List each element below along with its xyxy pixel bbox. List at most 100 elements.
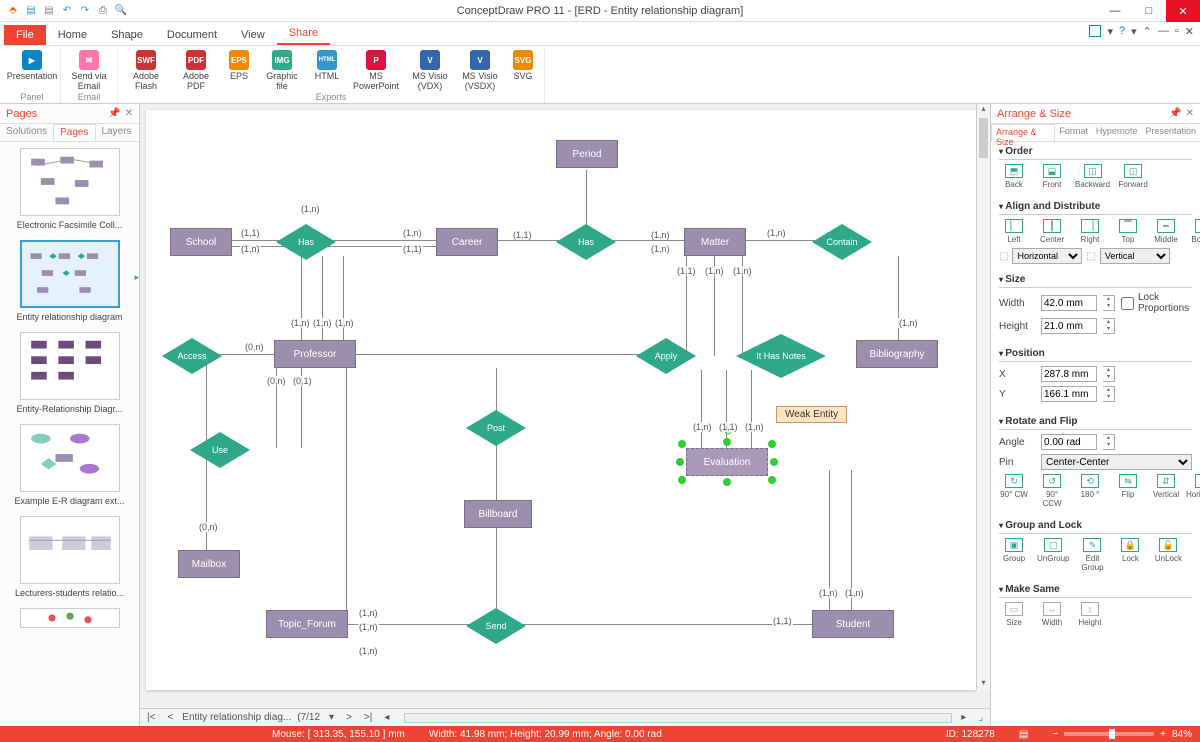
- rotate-180-button[interactable]: ⟲180 °: [1075, 474, 1105, 508]
- align-right-button[interactable]: ▕Right: [1075, 219, 1105, 244]
- edit-group-button[interactable]: ✎Edit Group: [1077, 538, 1107, 572]
- subtab-presentation[interactable]: Presentation: [1141, 124, 1200, 141]
- entity-student[interactable]: Student: [812, 610, 894, 638]
- scroll-thumb[interactable]: [979, 118, 988, 158]
- rotate-cw-button[interactable]: ↻90° CW: [999, 474, 1029, 508]
- entity-professor[interactable]: Professor: [274, 340, 356, 368]
- x-spinner[interactable]: ▴▾: [1103, 366, 1115, 382]
- page-thumb[interactable]: Example E-R diagram ext...: [6, 424, 133, 506]
- sheet-nav-next[interactable]: >: [343, 712, 355, 723]
- same-width-button[interactable]: ↔Width: [1037, 602, 1067, 627]
- same-height-button[interactable]: ↕Height: [1075, 602, 1105, 627]
- flip-button[interactable]: ⇋Flip: [1113, 474, 1143, 508]
- angle-spinner[interactable]: ▴▾: [1103, 434, 1115, 450]
- section-header[interactable]: Size: [999, 274, 1192, 288]
- vertical-scrollbar[interactable]: ▴ ▾: [976, 104, 990, 690]
- flip-vert-button[interactable]: ⇵Vertical: [1151, 474, 1181, 508]
- width-input[interactable]: [1041, 295, 1097, 311]
- unlock-button[interactable]: 🔓UnLock: [1153, 538, 1183, 572]
- selection-handles[interactable]: ↻: [682, 444, 772, 480]
- thumb-menu-icon[interactable]: ▸: [134, 272, 139, 283]
- lock-proportions-checkbox[interactable]: Lock Proportions: [1121, 292, 1157, 314]
- order-front-button[interactable]: ⬓Front: [1037, 164, 1067, 189]
- pages-list[interactable]: Electronic Facsimile Coll... Entity rela…: [0, 142, 139, 726]
- help-icon[interactable]: ?: [1119, 25, 1125, 38]
- export-flash-button[interactable]: SWFAdobe Flash: [122, 48, 170, 92]
- rel-use[interactable]: Use: [190, 432, 250, 468]
- order-forward-button[interactable]: ◫Forward: [1118, 164, 1148, 189]
- tab-home[interactable]: Home: [46, 25, 99, 45]
- mdi-close-icon[interactable]: ✕: [1185, 25, 1194, 38]
- dropdown-icon[interactable]: ▾: [1107, 25, 1113, 38]
- subtab-format[interactable]: Format: [1055, 124, 1092, 141]
- order-back-button[interactable]: ⬒Back: [999, 164, 1029, 189]
- export-svg-button[interactable]: SVGSVG: [506, 48, 540, 92]
- export-eps-button[interactable]: EPSEPS: [222, 48, 256, 92]
- ungroup-button[interactable]: ▢UnGroup: [1037, 538, 1069, 572]
- rel-has2[interactable]: Has: [556, 224, 616, 260]
- section-header[interactable]: Align and Distribute: [999, 201, 1192, 215]
- pin-select[interactable]: Center-Center: [1041, 454, 1192, 470]
- canvas[interactable]: Period School Career Matter Professor Bi…: [146, 110, 976, 690]
- close-panel-icon[interactable]: ✕: [125, 108, 133, 119]
- rel-apply[interactable]: Apply: [636, 338, 696, 374]
- x-input[interactable]: [1041, 366, 1097, 382]
- width-spinner[interactable]: ▴▾: [1103, 295, 1115, 311]
- entity-matter[interactable]: Matter: [684, 228, 746, 256]
- entity-bibliography[interactable]: Bibliography: [856, 340, 938, 368]
- tab-document[interactable]: Document: [155, 25, 229, 45]
- section-header[interactable]: Order: [999, 146, 1192, 160]
- scroll-up-icon[interactable]: ▴: [977, 104, 990, 116]
- pin-icon[interactable]: 📌: [1169, 108, 1181, 119]
- align-middle-button[interactable]: ━Middle: [1151, 219, 1181, 244]
- entity-career[interactable]: Career: [436, 228, 498, 256]
- section-header[interactable]: Rotate and Flip: [999, 416, 1192, 430]
- status-layers-icon[interactable]: ▤: [1019, 729, 1028, 740]
- qat-preview-icon[interactable]: 🔍: [114, 4, 128, 18]
- section-header[interactable]: Position: [999, 348, 1192, 362]
- qat-undo-icon[interactable]: ↶: [60, 4, 74, 18]
- pin-icon[interactable]: 📌: [108, 108, 120, 119]
- sheet-nav-first[interactable]: |<: [144, 712, 158, 723]
- tab-file[interactable]: File: [4, 25, 46, 45]
- y-spinner[interactable]: ▴▾: [1103, 386, 1115, 402]
- angle-input[interactable]: [1041, 434, 1097, 450]
- qat-print-icon[interactable]: ⎙: [96, 4, 110, 18]
- qat-save-icon[interactable]: ▤: [42, 4, 56, 18]
- rel-ithasnotes[interactable]: It Has Notes: [736, 334, 826, 378]
- export-ppt-button[interactable]: PMS PowerPoint: [348, 48, 404, 92]
- zoom-slider[interactable]: [1064, 732, 1154, 736]
- distribute-horiz-select[interactable]: Horizontal: [1012, 248, 1082, 264]
- rel-has1[interactable]: Has: [276, 224, 336, 260]
- height-spinner[interactable]: ▴▾: [1103, 318, 1115, 334]
- subtab-pages[interactable]: Pages: [53, 124, 95, 141]
- y-input[interactable]: [1041, 386, 1097, 402]
- rel-contain[interactable]: Contain: [812, 224, 872, 260]
- entity-period[interactable]: Period: [556, 140, 618, 168]
- export-vsdx-button[interactable]: VMS Visio (VSDX): [456, 48, 504, 92]
- group-button[interactable]: ▣Group: [999, 538, 1029, 572]
- subtab-hypernote[interactable]: Hypernote: [1092, 124, 1142, 141]
- mdi-max-icon[interactable]: ▫: [1175, 25, 1179, 38]
- maximize-button[interactable]: □: [1132, 0, 1166, 22]
- export-vdx-button[interactable]: VMS Visio (VDX): [406, 48, 454, 92]
- hscroll-left[interactable]: ◂: [381, 712, 392, 723]
- zoom-in-button[interactable]: +: [1160, 729, 1166, 740]
- distribute-vert-select[interactable]: Vertical: [1100, 248, 1170, 264]
- page-thumb[interactable]: Lecturers-students relatio...: [6, 516, 133, 598]
- tab-shape[interactable]: Shape: [99, 25, 155, 45]
- rel-access[interactable]: Access: [162, 338, 222, 374]
- minimize-button[interactable]: —: [1098, 0, 1132, 22]
- entity-mailbox[interactable]: Mailbox: [178, 550, 240, 578]
- export-graphic-button[interactable]: IMGGraphic file: [258, 48, 306, 92]
- align-left-button[interactable]: ▏Left: [999, 219, 1029, 244]
- sheet-name[interactable]: Entity relationship diag...: [182, 712, 291, 723]
- page-thumb-selected[interactable]: Entity relationship diagram ▸: [6, 240, 133, 322]
- section-header[interactable]: Group and Lock: [999, 520, 1192, 534]
- qat-icon[interactable]: ⬘: [6, 4, 20, 18]
- flip-horiz-button[interactable]: ⇄Horizontal: [1189, 474, 1200, 508]
- tab-view[interactable]: View: [229, 25, 277, 45]
- entity-billboard[interactable]: Billboard: [464, 500, 532, 528]
- rel-send[interactable]: Send: [466, 608, 526, 644]
- store-icon[interactable]: [1089, 25, 1101, 37]
